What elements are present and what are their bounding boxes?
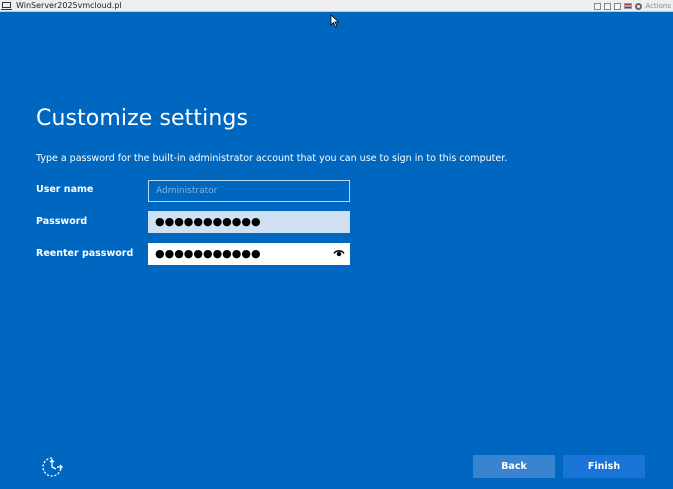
password-field-wrapper (148, 210, 350, 233)
finish-button[interactable]: Finish (563, 455, 645, 478)
page-title: Customize settings (36, 106, 249, 131)
vm-controls: Actions (594, 1, 671, 11)
reenter-password-field-wrapper (148, 242, 350, 265)
eye-icon[interactable] (333, 248, 345, 258)
reenter-password-label: Reenter password (36, 248, 134, 259)
vm-titlebar: WinServer2025vmcloud.pl Actions (0, 0, 673, 12)
password-input[interactable] (148, 210, 350, 233)
back-button[interactable]: Back (473, 455, 555, 478)
password-label: Password (36, 216, 88, 227)
actions-menu[interactable]: Actions (645, 1, 671, 12)
vm-window-title: WinServer2025vmcloud.pl (16, 1, 122, 10)
monitor-icon (1, 2, 12, 10)
gear-icon[interactable] (635, 2, 643, 10)
keyboard-layout-flag-icon[interactable] (624, 3, 633, 9)
username-label: User name (36, 184, 94, 195)
minimize-icon[interactable] (594, 2, 602, 10)
instructions-text: Type a password for the built-in adminis… (36, 153, 508, 164)
ease-of-access-icon[interactable] (40, 455, 64, 479)
restore-icon[interactable] (604, 2, 612, 10)
mouse-pointer-icon (330, 14, 340, 28)
fullscreen-icon[interactable] (614, 2, 622, 10)
username-input[interactable] (148, 180, 350, 202)
username-field-wrapper (148, 178, 350, 202)
reenter-password-input[interactable] (148, 242, 350, 265)
